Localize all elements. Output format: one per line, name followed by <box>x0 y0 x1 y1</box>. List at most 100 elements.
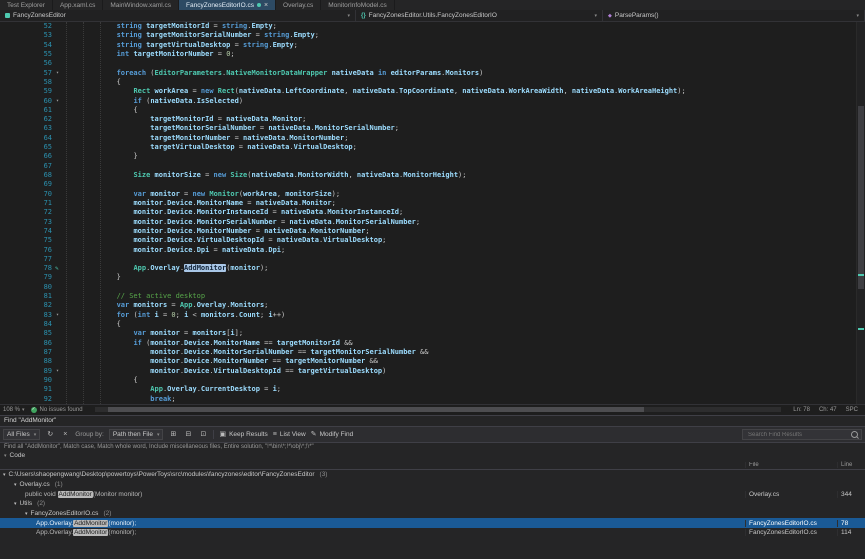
find-result-row[interactable]: public void AddMonitor(Monitor monitor)O… <box>0 489 865 499</box>
line-number[interactable]: 75 <box>0 236 56 245</box>
line-number[interactable]: 71 <box>0 199 56 208</box>
collapse-all-icon[interactable]: ⊟ <box>183 430 193 440</box>
code-editor[interactable]: 52 string targetMonitorId = string.Empty… <box>0 22 865 404</box>
code-line[interactable]: 88 monitor.Device.MonitorNumber == targe… <box>0 357 865 366</box>
code-line[interactable]: 91 App.Overlay.CurrentDesktop = i; <box>0 385 865 394</box>
find-group-row[interactable]: ▾Overlay.cs(1) <box>0 480 865 490</box>
find-result-row[interactable]: App.Overlay.AddMonitor(monitor);FancyZon… <box>0 528 865 538</box>
code-line[interactable]: 82 var monitors = App.Overlay.Monitors; <box>0 301 865 310</box>
line-number[interactable]: 64 <box>0 134 56 143</box>
line-number[interactable]: 53 <box>0 31 56 40</box>
line-number[interactable]: 56 <box>0 59 56 68</box>
document-health-indicator[interactable]: ✓ No issues found <box>31 407 83 413</box>
code-line[interactable]: 55 int targetMonitorNumber = 0; <box>0 50 865 59</box>
editor-horizontal-scrollbar[interactable] <box>95 407 782 412</box>
line-number[interactable]: 90 <box>0 376 56 385</box>
modify-find-button[interactable]: ✎ Modify Find <box>311 431 353 438</box>
tab-monitorinfomodel-cs[interactable]: MonitorInfoModel.cs <box>321 0 395 10</box>
find-group-row[interactable]: ▾C:\Users\shaopengwang\Desktop\powertoys… <box>0 470 865 480</box>
refresh-icon[interactable]: ↻ <box>45 430 55 440</box>
code-line[interactable]: 71 monitor.Device.MonitorName = nativeDa… <box>0 199 865 208</box>
line-number[interactable]: 73 <box>0 218 56 227</box>
code-line[interactable]: 69 <box>0 180 865 189</box>
code-line[interactable]: 56 <box>0 59 865 68</box>
code-line[interactable]: 73 monitor.Device.MonitorSerialNumber = … <box>0 218 865 227</box>
tab-app-xaml-cs[interactable]: App.xaml.cs <box>53 0 103 10</box>
code-line[interactable]: 78✎ App.Overlay.AddMonitor(monitor); <box>0 264 865 273</box>
breadcrumb-project-dropdown[interactable]: FancyZonesEditor ▾ <box>0 10 356 21</box>
group-by-dropdown[interactable]: Path then File ▾ <box>109 429 164 440</box>
code-line[interactable]: 81 // Set active desktop <box>0 292 865 301</box>
line-number[interactable]: 77 <box>0 255 56 264</box>
code-line[interactable]: 54 string targetVirtualDesktop = string.… <box>0 41 865 50</box>
line-number[interactable]: 85 <box>0 329 56 338</box>
code-line[interactable]: 66 } <box>0 152 865 161</box>
header-line-column[interactable]: Line <box>837 462 865 468</box>
tree-expander-icon[interactable]: ▾ <box>25 511 28 517</box>
line-number[interactable]: 82 <box>0 301 56 310</box>
scrollbar-thumb[interactable] <box>108 407 644 412</box>
code-line[interactable]: 80 <box>0 283 865 292</box>
line-number[interactable]: 76 <box>0 246 56 255</box>
line-number[interactable]: 67 <box>0 162 56 171</box>
line-number[interactable]: 63 <box>0 124 56 133</box>
line-number[interactable]: 57 <box>0 69 56 78</box>
line-number[interactable]: 88 <box>0 357 56 366</box>
spaces-indicator[interactable]: SPC <box>846 407 858 413</box>
line-number[interactable]: 68 <box>0 171 56 180</box>
code-line[interactable]: 65 targetVirtualDesktop = nativeData.Vir… <box>0 143 865 152</box>
search-find-results-box[interactable] <box>742 429 862 440</box>
code-line[interactable]: 75 monitor.Device.VirtualDesktopId = nat… <box>0 236 865 245</box>
code-line[interactable]: 84 { <box>0 320 865 329</box>
code-line[interactable]: 53 string targetMonitorSerialNumber = st… <box>0 31 865 40</box>
scrollbar-thumb[interactable] <box>858 106 864 289</box>
line-number[interactable]: 86 <box>0 339 56 348</box>
code-line[interactable]: 90 { <box>0 376 865 385</box>
code-line[interactable]: 61 { <box>0 106 865 115</box>
line-number[interactable]: 54 <box>0 41 56 50</box>
breadcrumb-type-dropdown[interactable]: {} FancyZonesEditor.Utils.FancyZonesEdit… <box>356 10 603 21</box>
code-line[interactable]: 67 <box>0 162 865 171</box>
fold-chevron-icon[interactable]: ▾ <box>56 367 59 376</box>
code-line[interactable]: 60▾ if (nativeData.IsSelected) <box>0 97 865 106</box>
tab-mainwindow-xaml-cs[interactable]: MainWindow.xaml.cs <box>103 0 179 10</box>
code-line[interactable]: 85 var monitor = monitors[i]; <box>0 329 865 338</box>
line-number[interactable]: 81 <box>0 292 56 301</box>
line-number[interactable]: 61 <box>0 106 56 115</box>
fold-chevron-icon[interactable]: ▾ <box>56 97 59 106</box>
fold-chevron-icon[interactable]: ▾ <box>56 311 59 320</box>
code-line[interactable]: 83▾ for (int i = 0; i < monitors.Count; … <box>0 311 865 320</box>
close-icon[interactable]: × <box>264 2 268 9</box>
line-number[interactable]: 78 <box>0 264 56 273</box>
line-number[interactable]: 62 <box>0 115 56 124</box>
tab-test-explorer[interactable]: Test Explorer <box>0 0 53 10</box>
line-number[interactable]: 84 <box>0 320 56 329</box>
find-result-row[interactable]: App.Overlay.AddMonitor(monitor);FancyZon… <box>0 518 865 528</box>
copy-results-icon[interactable]: ⊡ <box>198 430 208 440</box>
fold-chevron-icon[interactable]: ▾ <box>56 69 59 78</box>
line-number[interactable]: 60 <box>0 97 56 106</box>
search-input[interactable] <box>746 431 848 439</box>
line-number[interactable]: 83 <box>0 311 56 320</box>
clear-results-icon[interactable]: × <box>60 430 70 440</box>
line-number[interactable]: 87 <box>0 348 56 357</box>
expand-all-icon[interactable]: ⊞ <box>168 430 178 440</box>
line-number[interactable]: 89 <box>0 367 56 376</box>
code-line[interactable]: 77 <box>0 255 865 264</box>
code-line[interactable]: 59 Rect workArea = new Rect(nativeData.L… <box>0 87 865 96</box>
find-group-row[interactable]: ▾FancyZonesEditorIO.cs(2) <box>0 509 865 519</box>
line-number[interactable]: 91 <box>0 385 56 394</box>
find-group-row[interactable]: ▾Utils(2) <box>0 499 865 509</box>
code-line[interactable]: 79 } <box>0 273 865 282</box>
code-line[interactable]: 52 string targetMonitorId = string.Empty… <box>0 22 865 31</box>
line-number[interactable]: 80 <box>0 283 56 292</box>
header-file-column[interactable]: File <box>745 462 837 468</box>
code-line[interactable]: 92 break; <box>0 395 865 404</box>
line-number[interactable]: 58 <box>0 78 56 87</box>
tab-fancyzoneseditorio-cs[interactable]: FancyZonesEditorIO.cs× <box>179 0 276 10</box>
list-view-toggle[interactable]: ≡ List View <box>273 431 306 438</box>
keep-results-toggle[interactable]: ▣ Keep Results <box>219 431 267 438</box>
line-number[interactable]: 69 <box>0 180 56 189</box>
code-line[interactable]: 57▾ foreach (EditorParameters.NativeMoni… <box>0 69 865 78</box>
breadcrumb-member-dropdown[interactable]: ◆ ParseParams() ▾ <box>603 10 865 21</box>
